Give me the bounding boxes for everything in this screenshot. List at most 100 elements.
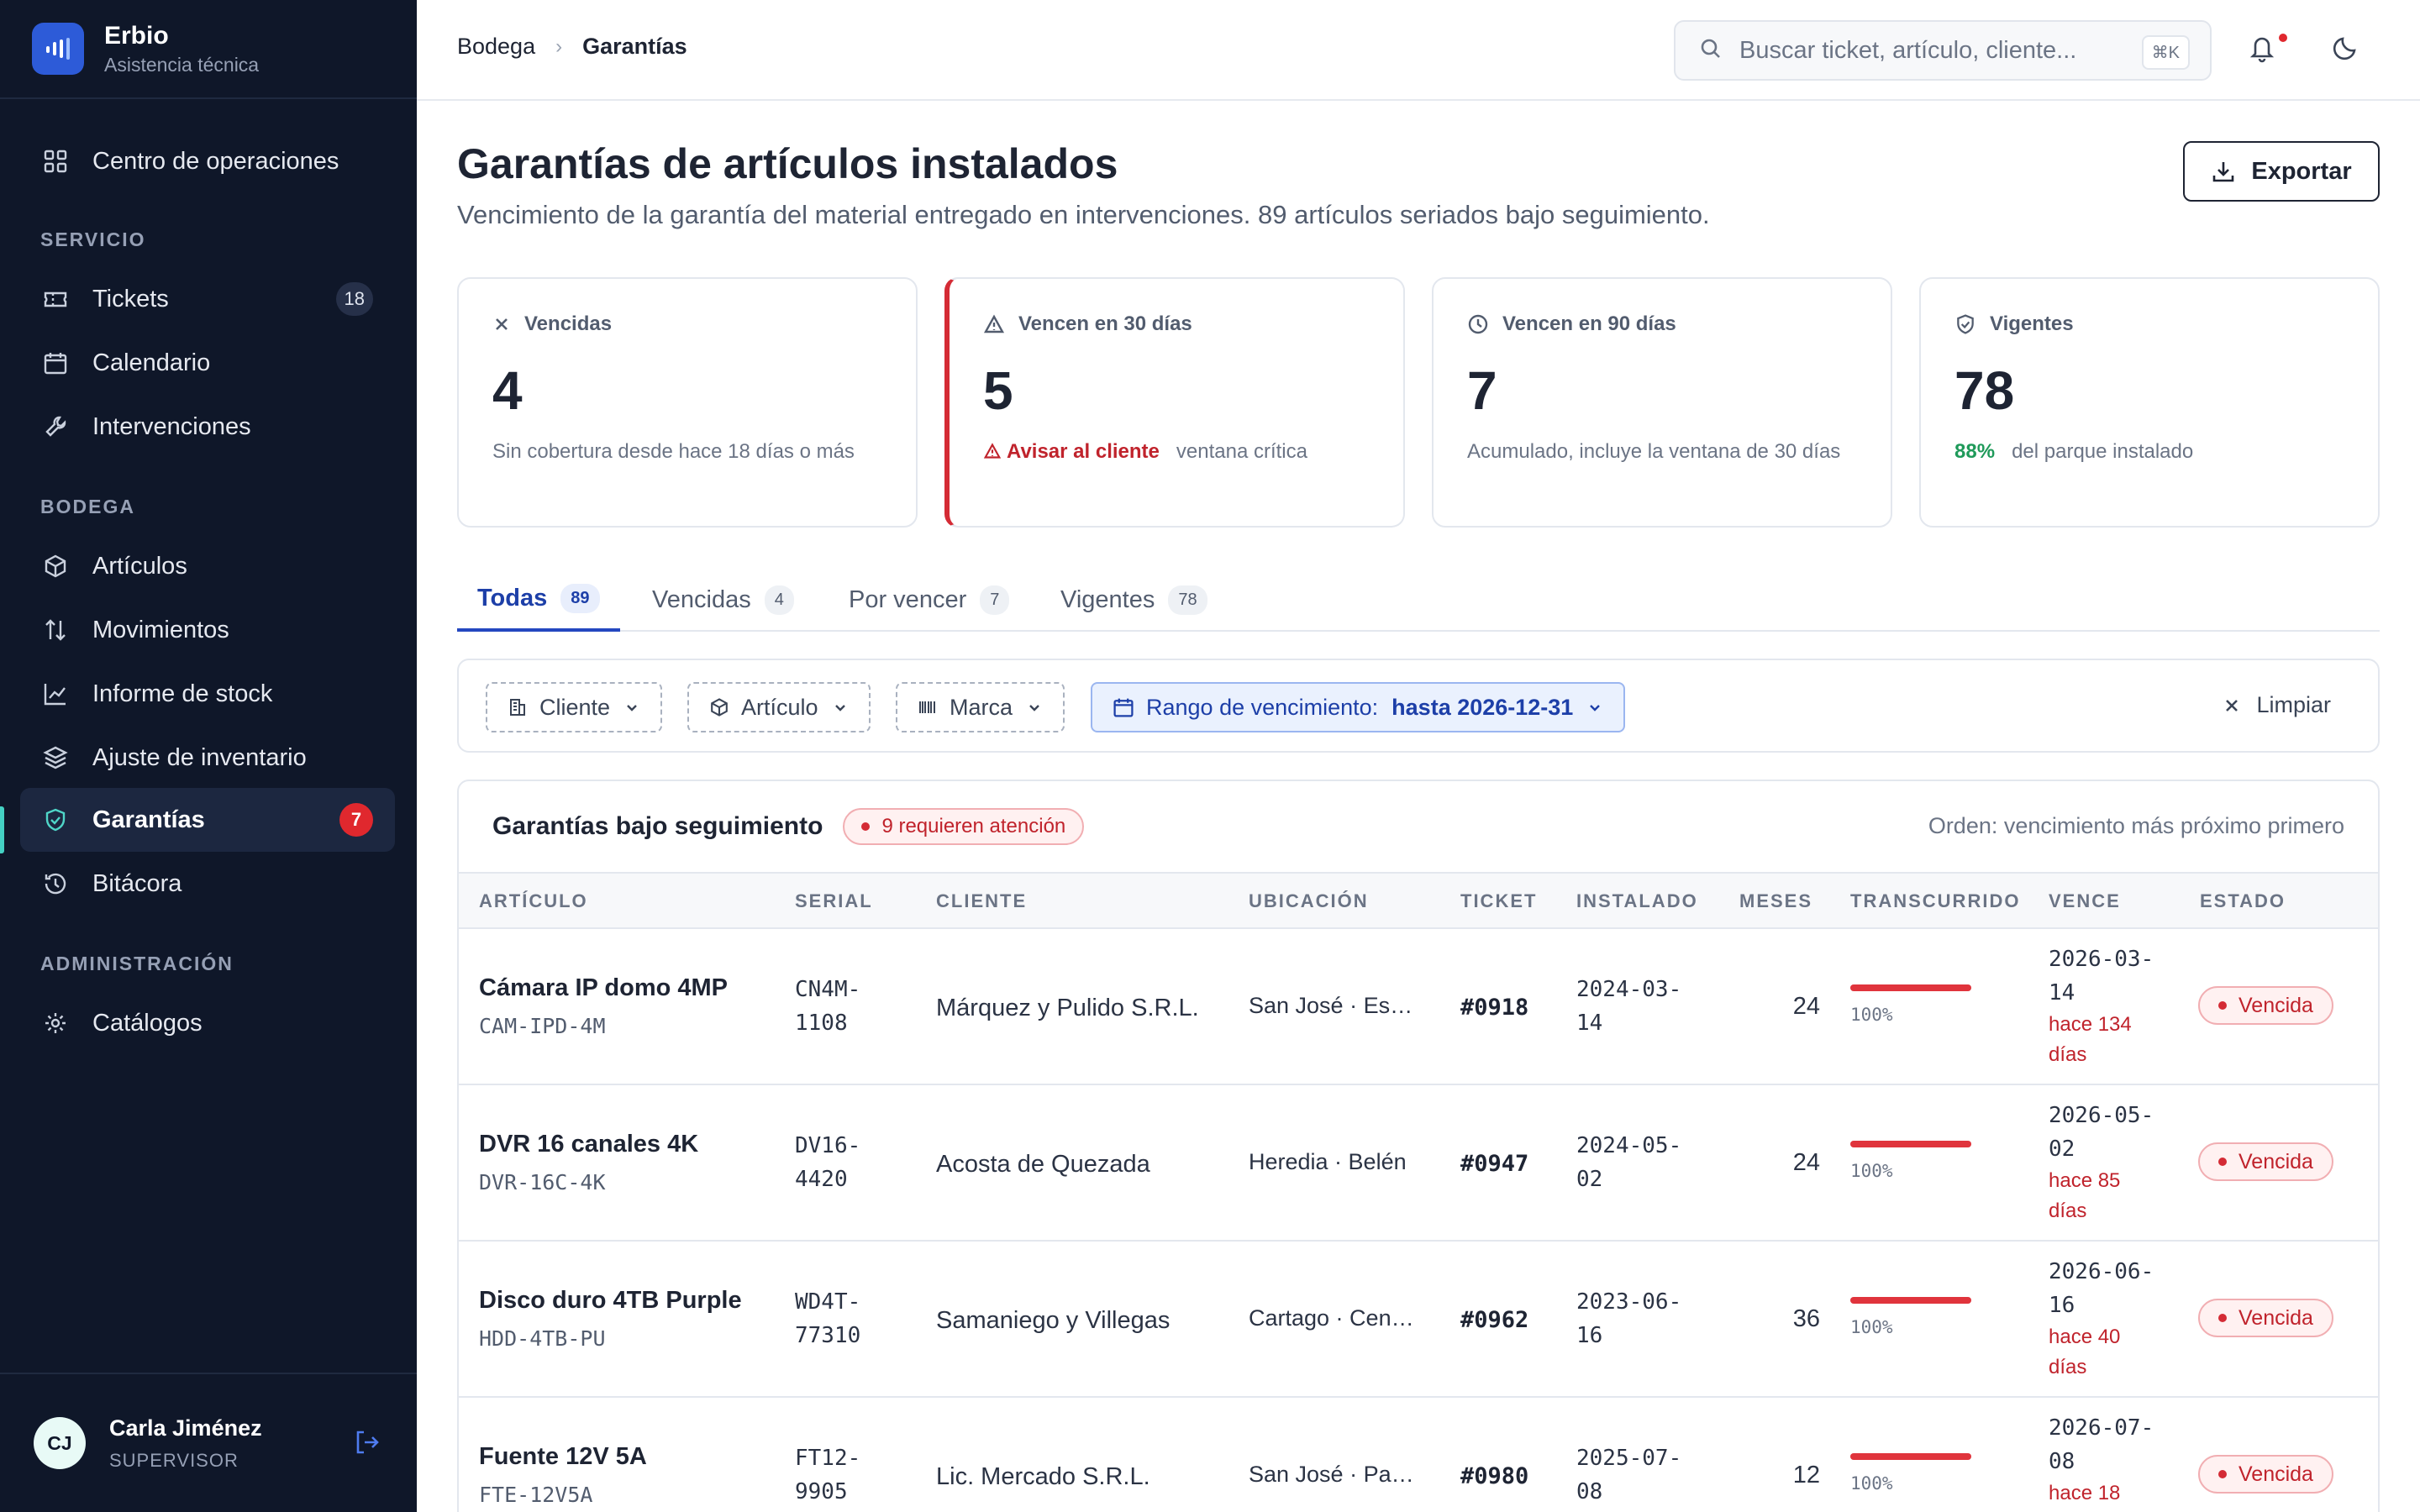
serial-part: 1108 <box>795 1011 848 1036</box>
clear-filters-button[interactable]: Limpiar <box>2223 692 2331 718</box>
tab-count: 78 <box>1168 585 1207 615</box>
expiry-part: 16 <box>2049 1293 2075 1318</box>
card-vencidas[interactable]: Vencidas 4 Sin cobertura desde hace 18 d… <box>457 277 918 528</box>
table-row[interactable]: DVR 16 canales 4K DVR-16C-4K DV16- 4420 … <box>459 1085 2378 1242</box>
client-name: Samaniego y Villegas <box>936 1307 1171 1334</box>
page-title: Garantías de artículos instalados <box>457 140 1118 187</box>
grid-icon <box>40 146 71 176</box>
card-value: 5 <box>983 360 1013 421</box>
notification-dot <box>2279 34 2287 42</box>
col-articulo[interactable]: ARTÍCULO <box>479 890 588 912</box>
tab-todas[interactable]: Todas 89 <box>457 568 620 632</box>
serial-part: CN4M- <box>795 977 861 1002</box>
expiry-ago: días <box>2049 1356 2087 1378</box>
brand-name: Erbio <box>104 21 169 50</box>
card-vigentes[interactable]: Vigentes 78 88% del parque instalado <box>1919 277 2380 528</box>
table-row[interactable]: Fuente 12V 5A FTE-12V5A FT12- 9905 Lic. … <box>459 1398 2378 1512</box>
ticket-link[interactable]: #0918 <box>1460 995 1528 1021</box>
filter-label: Marca <box>950 694 1013 720</box>
sidebar-item-informe-stock[interactable]: Informe de stock <box>20 662 395 726</box>
search-input[interactable]: Buscar ticket, artículo, cliente... ⌘K <box>1674 20 2212 81</box>
sidebar-item-label: Movimientos <box>92 616 229 643</box>
sidebar-item-intervenciones[interactable]: Intervenciones <box>20 395 395 459</box>
attention-label: 9 requieren atención <box>881 815 1066 837</box>
card-foot-strong: 88% <box>1954 440 1996 463</box>
building-icon <box>510 699 525 716</box>
calendar-icon <box>1113 698 1134 717</box>
col-ticket[interactable]: TICKET <box>1460 890 1537 912</box>
expiry-ago: días <box>2049 1200 2087 1222</box>
sidebar-item-calendario[interactable]: Calendario <box>20 331 395 395</box>
barcode-icon <box>919 701 935 713</box>
filter-rango-vencimiento[interactable]: Rango de vencimiento: hasta 2026-12-31 <box>1091 682 1626 732</box>
col-estado[interactable]: ESTADO <box>2200 890 2286 912</box>
breadcrumb: Bodega › Garantías <box>457 34 687 60</box>
section-label-administracion: ADMINISTRACIÓN <box>40 953 234 974</box>
user-role: SUPERVISOR <box>109 1449 239 1471</box>
expiry-part: 14 <box>2049 980 2075 1005</box>
active-indicator <box>0 806 4 853</box>
ticket-link[interactable]: #0947 <box>1460 1151 1528 1177</box>
card-label: Vencen en 90 días <box>1502 312 1676 335</box>
breadcrumb-parent[interactable]: Bodega <box>457 34 535 60</box>
tab-por-vencer[interactable]: Por vencer 7 <box>829 568 1029 632</box>
user-name: Carla Jiménez <box>109 1415 262 1441</box>
table-body: Cámara IP domo 4MP CAM-IPD-4M CN4M- 1108… <box>459 929 2378 1512</box>
card-vencen-90[interactable]: Vencen en 90 días 7 Acumulado, incluye l… <box>1432 277 1892 528</box>
sidebar-item-ajuste-inventario[interactable]: Ajuste de inventario <box>20 726 395 790</box>
tab-vencidas[interactable]: Vencidas 4 <box>632 568 814 632</box>
card-vencen-30[interactable]: Vencen en 30 días 5 Avisar al cliente ve… <box>944 277 1405 528</box>
export-button[interactable]: Exportar <box>2183 141 2380 202</box>
bell-icon[interactable] <box>2245 30 2282 67</box>
logout-icon[interactable] <box>353 1428 383 1458</box>
table-row[interactable]: Disco duro 4TB Purple HDD-4TB-PU WD4T- 7… <box>459 1242 2378 1398</box>
col-serial[interactable]: SERIAL <box>795 890 873 912</box>
location: Cartago · Central <box>1249 1305 1417 1331</box>
section-label-bodega: BODEGA <box>40 496 135 517</box>
sidebar-item-movimientos[interactable]: Movimientos <box>20 598 395 662</box>
filter-marca[interactable]: Marca <box>896 682 1065 732</box>
sidebar-item-bitacora[interactable]: Bitácora <box>20 852 395 916</box>
table-row[interactable]: Cámara IP domo 4MP CAM-IPD-4M CN4M- 1108… <box>459 929 2378 1085</box>
client-name: Márquez y Pulido S.R.L. <box>936 995 1199 1021</box>
serial-part: 4420 <box>795 1167 848 1192</box>
sidebar-item-garantias[interactable]: Garantías 7 <box>20 788 395 852</box>
col-meses[interactable]: MESES <box>1739 890 1812 912</box>
ticket-link[interactable]: #0962 <box>1460 1307 1528 1333</box>
months: 36 <box>1792 1305 1820 1332</box>
serial-part: 77310 <box>795 1323 861 1348</box>
installed-part: 08 <box>1576 1479 1603 1504</box>
ticket-icon <box>40 284 71 314</box>
progress-bar <box>1850 1297 1971 1304</box>
user-profile: CJ Carla Jiménez SUPERVISOR <box>0 1373 417 1512</box>
status-dot <box>2218 1470 2227 1478</box>
shield-icon <box>1957 314 1974 334</box>
sidebar-item-label: Catálogos <box>92 1009 203 1037</box>
filter-cliente[interactable]: Cliente <box>486 682 663 732</box>
moon-icon[interactable] <box>2329 30 2366 67</box>
sidebar-item-tickets[interactable]: Tickets 18 <box>20 267 395 331</box>
status-badge: Vencida <box>2198 986 2333 1025</box>
sidebar-item-catalogos[interactable]: Catálogos <box>20 991 395 1055</box>
status-dot <box>2218 1158 2227 1166</box>
ticket-link[interactable]: #0980 <box>1460 1463 1528 1489</box>
col-transcurrido[interactable]: TRANSCURRIDO <box>1850 890 2020 912</box>
export-label: Exportar <box>2251 157 2352 185</box>
sort-order-label[interactable]: Orden: vencimiento más próximo primero <box>1928 813 2344 839</box>
col-cliente[interactable]: CLIENTE <box>936 890 1027 912</box>
sidebar-item-centro-operaciones[interactable]: Centro de operaciones <box>20 129 395 193</box>
expiry-ago: hace 85 <box>2049 1169 2121 1192</box>
sidebar-item-articulos[interactable]: Artículos <box>20 534 395 598</box>
expiry-part: 02 <box>2049 1137 2075 1162</box>
col-vence[interactable]: VENCE <box>2049 890 2121 912</box>
brand[interactable]: Erbio Asistencia técnica <box>0 0 417 99</box>
installed-part: 2024-03- <box>1576 977 1682 1002</box>
filter-articulo[interactable]: Artículo <box>687 682 871 732</box>
expiry-ago: días <box>2049 1043 2087 1066</box>
status-label: Vencida <box>2238 1305 2313 1330</box>
tab-vigentes[interactable]: Vigentes 78 <box>1040 568 1228 632</box>
col-instalado[interactable]: INSTALADO <box>1576 890 1698 912</box>
status-dot <box>2218 1314 2227 1322</box>
col-ubicacion[interactable]: UBICACIÓN <box>1249 890 1369 912</box>
filter-value: hasta 2026-12-31 <box>1392 694 1574 720</box>
